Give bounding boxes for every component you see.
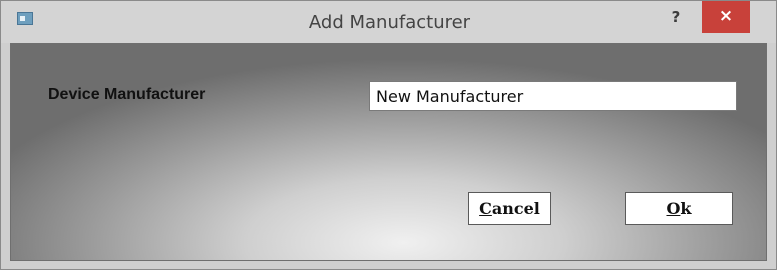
title-bar[interactable]: Add Manufacturer ? × <box>1 1 776 43</box>
device-manufacturer-label: Device Manufacturer <box>48 86 206 103</box>
manufacturer-name-input[interactable] <box>369 81 737 111</box>
dialog-body: Device Manufacturer Cancel Ok <box>10 43 767 261</box>
cancel-button[interactable]: Cancel <box>468 192 551 225</box>
ok-label-rest: k <box>680 199 692 218</box>
close-button[interactable]: × <box>702 1 750 33</box>
add-manufacturer-dialog: Add Manufacturer ? × Device Manufacturer… <box>0 0 777 270</box>
ok-mnemonic: O <box>666 199 681 218</box>
ok-button[interactable]: Ok <box>625 192 733 225</box>
cancel-mnemonic: C <box>479 199 492 218</box>
help-button[interactable]: ? <box>653 1 699 33</box>
cancel-label-rest: ancel <box>491 199 540 218</box>
